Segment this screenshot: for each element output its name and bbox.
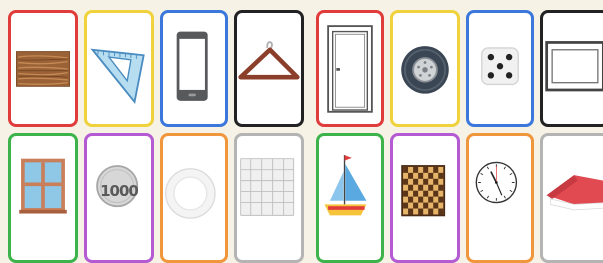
wood-plank-icon xyxy=(16,51,70,87)
tire-icon xyxy=(401,46,449,94)
card-dice[interactable] xyxy=(466,10,534,127)
window-icon xyxy=(19,158,67,214)
door-icon xyxy=(327,25,373,113)
card-smartphone[interactable] xyxy=(160,10,228,127)
card-wood-plank[interactable] xyxy=(8,10,78,127)
wall-clock-icon xyxy=(475,161,518,204)
card-picture-frame[interactable] xyxy=(540,10,603,127)
coin-value-text: 1000 xyxy=(100,182,139,200)
card-tire[interactable] xyxy=(390,10,460,127)
set-square-ruler-icon xyxy=(90,48,145,104)
card-clothes-hanger[interactable] xyxy=(234,10,304,127)
smartphone-icon xyxy=(176,31,208,101)
checkerboard-icon xyxy=(401,165,446,217)
plate-icon xyxy=(165,168,216,219)
dice-icon xyxy=(481,47,519,86)
roof-icon xyxy=(546,175,603,211)
card-set-square-ruler[interactable] xyxy=(84,10,154,127)
clothes-hanger-icon xyxy=(238,41,300,80)
tiles-icon xyxy=(240,158,295,216)
picture-frame-icon xyxy=(545,41,603,92)
card-door[interactable] xyxy=(316,10,384,127)
sailboat-icon xyxy=(324,155,367,216)
